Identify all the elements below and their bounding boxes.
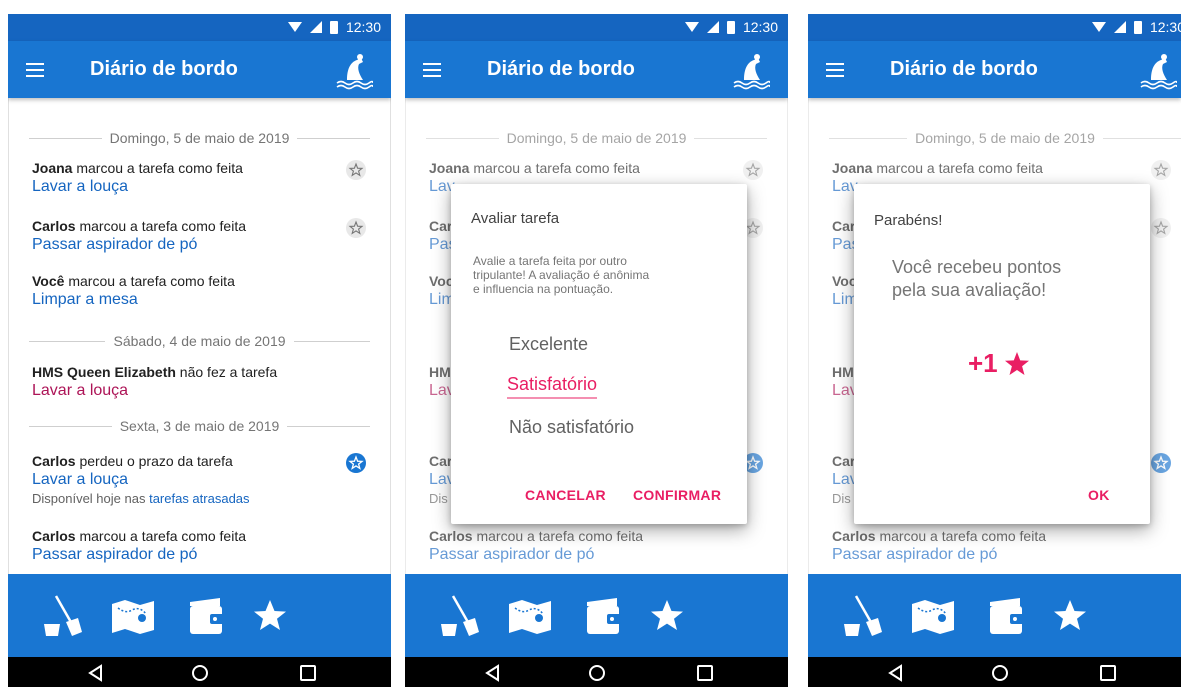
feed-item: Carlos marcou a tarefa como feita Passar… [32, 218, 370, 254]
broom-icon[interactable] [842, 594, 882, 638]
rating-dialog: Avaliar tarefa Avalie a tarefa feita por… [451, 184, 747, 524]
task-link[interactable]: Lavar a louça [32, 178, 370, 196]
task-link[interactable]: Passar aspirador de pó [32, 546, 370, 564]
battery-icon [1133, 20, 1142, 34]
home-icon[interactable] [587, 663, 607, 683]
system-navigation-bar [8, 657, 391, 687]
home-icon[interactable] [190, 663, 210, 683]
ok-button[interactable]: OK [1088, 487, 1110, 503]
actor-name: Carlos [32, 218, 76, 234]
status-time: 12:30 [742, 19, 778, 35]
task-link[interactable]: Lavar a louça [32, 471, 370, 489]
app-title: Diário de bordo [890, 58, 1038, 80]
bottom-navigation [8, 574, 391, 657]
star-icon[interactable] [250, 594, 290, 638]
task-link[interactable]: Lavar a louça [32, 382, 370, 400]
status-bar: 12:30 [405, 14, 788, 41]
task-link[interactable]: Limpar a mesa [32, 291, 370, 309]
menu-icon[interactable] [423, 62, 443, 78]
app-title: Diário de bordo [487, 58, 635, 80]
recents-icon[interactable] [1098, 663, 1118, 683]
signal-icon [706, 21, 719, 33]
rate-star-icon[interactable] [346, 453, 366, 473]
back-icon[interactable] [886, 663, 906, 683]
option-excellent[interactable]: Excelente [509, 334, 588, 355]
broom-icon[interactable] [42, 594, 82, 638]
actor-name: Joana [32, 160, 73, 176]
ship-logo-icon [733, 54, 770, 90]
recents-icon[interactable] [298, 663, 318, 683]
feed-item: Carlos perdeu o prazo da tarefa Lavar a … [32, 453, 370, 506]
date-separator: Sábado, 4 de maio de 2019 [29, 331, 370, 351]
map-icon[interactable] [110, 594, 156, 638]
rate-star-icon[interactable] [346, 160, 366, 180]
actor-name: Carlos [32, 528, 76, 544]
actor-name: Você [32, 273, 65, 289]
actor-name: HMS Queen Elizabeth [32, 364, 176, 380]
status-bar: 12:30 [808, 14, 1181, 41]
actor-name: Carlos [32, 453, 76, 469]
ship-logo-icon [1140, 54, 1177, 90]
system-navigation-bar [808, 657, 1181, 687]
feed-item: Carlos marcou a tarefa como feita Passar… [32, 528, 370, 564]
activity-feed[interactable]: Domingo, 5 de maio de 2019 Joana marcou … [8, 98, 391, 574]
star-icon[interactable] [1050, 594, 1090, 638]
system-navigation-bar [405, 657, 788, 687]
app-bar: Diário de bordo [8, 41, 391, 98]
wifi-icon [1091, 22, 1106, 32]
phone-screen-rating-dialog: 12:30 Diário de bordo Domingo, 5 de maio… [405, 14, 788, 687]
task-link[interactable]: Passar aspirador de pó [32, 236, 370, 254]
option-satisfactory[interactable]: Satisfatório [507, 374, 598, 399]
phone-screen-feed: 12:30 Diário de bordo Domingo, 5 de maio… [8, 14, 391, 687]
overdue-tasks-link[interactable]: tarefas atrasadas [149, 491, 249, 506]
bottom-navigation [808, 574, 1181, 657]
wallet-icon[interactable] [986, 594, 1028, 638]
rate-star-icon[interactable] [346, 218, 366, 238]
date-separator: Sexta, 3 de maio de 2019 [29, 416, 370, 436]
dialog-title: Parabéns! [874, 212, 943, 229]
status-bar: 12:30 [8, 14, 391, 41]
map-icon[interactable] [507, 594, 553, 638]
menu-icon[interactable] [26, 62, 46, 78]
app-title: Diário de bordo [90, 58, 238, 80]
cancel-button[interactable]: CANCELAR [525, 487, 606, 503]
broom-icon[interactable] [439, 594, 479, 638]
back-icon[interactable] [86, 663, 106, 683]
wallet-icon[interactable] [583, 594, 625, 638]
app-bar: Diário de bordo [405, 41, 788, 98]
points-earned: +1 [968, 348, 1030, 379]
wifi-icon [684, 22, 699, 32]
ship-logo-icon [336, 54, 373, 90]
bottom-navigation [405, 574, 788, 657]
app-bar: Diário de bordo [808, 41, 1181, 98]
signal-icon [1113, 21, 1126, 33]
phone-screen-congrats-dialog: 12:30 Diário de bordo Domingo, 5 de maio… [808, 14, 1181, 687]
dialog-body: Avalie a tarefa feita por outro tripulan… [473, 254, 650, 296]
status-time: 12:30 [1149, 19, 1181, 35]
confirm-button[interactable]: CONFIRMAR [633, 487, 721, 503]
battery-icon [329, 20, 338, 34]
feed-item: Você marcou a tarefa como feita Limpar a… [32, 273, 370, 309]
star-icon[interactable] [647, 594, 687, 638]
option-unsatisfactory[interactable]: Não satisfatório [509, 417, 634, 438]
home-icon[interactable] [990, 663, 1010, 683]
date-separator: Domingo, 5 de maio de 2019 [29, 128, 371, 148]
dialog-title: Avaliar tarefa [471, 210, 560, 227]
feed-item: Joana marcou a tarefa como feita Lavar a… [32, 160, 370, 196]
feed-item: HMS Queen Elizabeth não fez a tarefa Lav… [32, 364, 370, 400]
battery-icon [726, 20, 735, 34]
recents-icon[interactable] [695, 663, 715, 683]
star-icon [1004, 351, 1029, 375]
wallet-icon[interactable] [186, 594, 228, 638]
wifi-icon [287, 22, 302, 32]
menu-icon[interactable] [826, 62, 846, 78]
map-icon[interactable] [910, 594, 956, 638]
back-icon[interactable] [483, 663, 503, 683]
status-time: 12:30 [345, 19, 381, 35]
dialog-message: Você recebeu pontos pela sua avaliação! [892, 257, 1062, 300]
signal-icon [309, 21, 322, 33]
congrats-dialog: Parabéns! Você recebeu pontos pela sua a… [854, 184, 1150, 524]
